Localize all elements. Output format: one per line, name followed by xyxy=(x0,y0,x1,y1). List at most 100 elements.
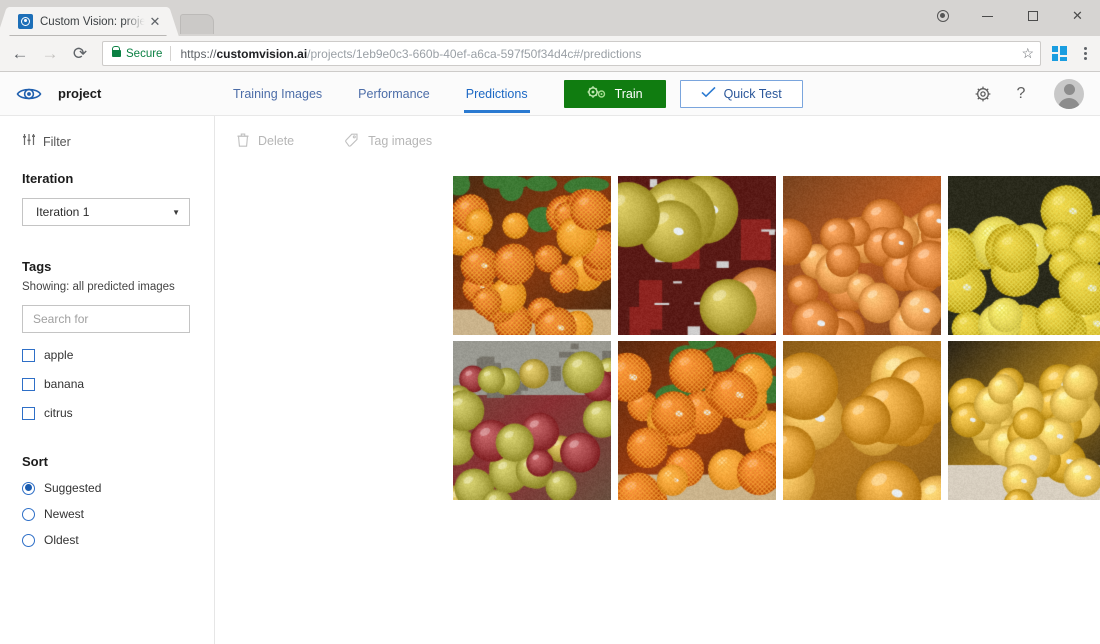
sort-option-newest[interactable]: Newest xyxy=(22,507,214,521)
filter-header: Filter xyxy=(22,133,214,151)
iteration-title: Iteration xyxy=(22,171,214,186)
delete-button: Delete xyxy=(237,133,294,150)
train-button[interactable]: Train xyxy=(564,80,666,108)
lock-icon xyxy=(112,50,121,57)
security-label: Secure xyxy=(126,48,162,60)
app-brand[interactable]: project xyxy=(0,86,215,102)
content-area: Delete Tag images ‹ › ? xyxy=(215,116,1100,644)
app-header-icons: ? xyxy=(966,77,1100,111)
sort-title: Sort xyxy=(22,454,214,469)
back-icon[interactable]: ← xyxy=(6,40,34,68)
browser-tabstrip: Custom Vision: project - ✕ xyxy=(0,0,214,36)
checkbox-icon[interactable] xyxy=(22,378,35,391)
url-text: https://customvision.ai/projects/1eb9e0c… xyxy=(180,47,641,61)
sort-label: Newest xyxy=(44,507,84,521)
gear-icon[interactable] xyxy=(966,77,1000,111)
browser-toolbar: ← → ⟳ Secure https://customvision.ai/pro… xyxy=(0,36,1100,72)
omnibox-divider xyxy=(170,46,171,61)
quick-test-button[interactable]: Quick Test xyxy=(680,80,803,108)
tag-label: apple xyxy=(44,348,73,362)
lemons-in-yellow-net xyxy=(948,176,1100,335)
iteration-select[interactable]: Iteration 1 ▼ xyxy=(22,198,190,226)
content-toolbar: Delete Tag images ‹ › xyxy=(215,123,1100,159)
lemons-stacked-on-crate xyxy=(948,341,1100,500)
minimize-button[interactable] xyxy=(965,0,1010,32)
prediction-image-tile[interactable] xyxy=(783,341,941,500)
tag-label: banana xyxy=(44,377,84,391)
iteration-selected-value: Iteration 1 xyxy=(36,205,89,219)
tab-predictions[interactable]: Predictions xyxy=(448,72,546,116)
browser-titlebar: Custom Vision: project - ✕ ✕ xyxy=(0,0,1100,36)
quick-test-label: Quick Test xyxy=(724,87,782,101)
close-icon[interactable]: ✕ xyxy=(148,14,162,30)
extension-icon[interactable] xyxy=(1052,46,1067,61)
sort-label: Oldest xyxy=(44,533,79,547)
apples-in-red-packaging xyxy=(618,176,776,335)
search-input[interactable] xyxy=(33,312,179,326)
tag-checkbox-citrus[interactable]: citrus xyxy=(22,406,214,420)
pile-of-oranges-citrus xyxy=(783,176,941,335)
radio-icon[interactable] xyxy=(22,508,35,521)
prediction-image-tile[interactable] xyxy=(618,176,776,335)
close-window-button[interactable]: ✕ xyxy=(1055,0,1100,32)
browser-tab-title: Custom Vision: project - xyxy=(40,16,148,28)
tags-showing-text: Showing: all predicted images xyxy=(22,281,214,293)
url-domain: customvision.ai xyxy=(216,47,307,61)
tag-label: citrus xyxy=(44,406,73,420)
window-controls: ✕ xyxy=(920,0,1100,32)
reload-icon[interactable]: ⟳ xyxy=(66,40,94,68)
train-button-label: Train xyxy=(615,87,643,101)
prediction-image-tile[interactable] xyxy=(948,341,1100,500)
sort-option-suggested[interactable]: Suggested xyxy=(22,481,214,495)
radio-icon[interactable] xyxy=(22,482,35,495)
tab-performance[interactable]: Performance xyxy=(340,72,448,116)
url-path: /projects/1eb9e0c3-660b-40ef-a6ca-597f50… xyxy=(307,47,641,61)
main-region: Filter Iteration Iteration 1 ▼ Tags Show… xyxy=(0,116,1100,644)
app-nav-tabs: Training Images Performance Predictions xyxy=(215,72,546,116)
prediction-image-grid xyxy=(215,159,1100,500)
checkbox-icon[interactable] xyxy=(22,349,35,362)
tag-checkbox-apple[interactable]: apple xyxy=(22,348,214,362)
prediction-image-tile[interactable] xyxy=(618,341,776,500)
tag-icon xyxy=(344,133,359,150)
prediction-image-tile[interactable] xyxy=(453,176,611,335)
browser-chrome: Custom Vision: project - ✕ ✕ ← → ⟳ Secur… xyxy=(0,0,1100,72)
custom-vision-favicon xyxy=(18,14,33,29)
tag-search-box[interactable] xyxy=(22,305,190,333)
avatar[interactable] xyxy=(1054,79,1084,109)
new-tab-button[interactable] xyxy=(180,14,214,34)
browser-tab[interactable]: Custom Vision: project - ✕ xyxy=(8,7,168,36)
gears-icon xyxy=(587,85,606,103)
filter-sliders-icon xyxy=(22,133,36,151)
tag-images-label: Tag images xyxy=(368,134,432,148)
delete-label: Delete xyxy=(258,134,294,148)
prediction-image-tile[interactable] xyxy=(948,176,1100,335)
forward-icon: → xyxy=(36,40,64,68)
help-icon[interactable]: ? xyxy=(1004,77,1038,111)
bookmark-star-icon[interactable]: ☆ xyxy=(1015,45,1034,62)
trash-icon xyxy=(237,133,249,150)
address-bar[interactable]: Secure https://customvision.ai/projects/… xyxy=(102,41,1041,66)
checkmark-icon xyxy=(701,86,716,101)
prediction-image-tile[interactable] xyxy=(453,341,611,500)
tab-training-images[interactable]: Training Images xyxy=(215,72,340,116)
sidebar: Filter Iteration Iteration 1 ▼ Tags Show… xyxy=(0,116,215,644)
tag-images-button: Tag images xyxy=(344,133,432,150)
app-header: project Training Images Performance Pred… xyxy=(0,72,1100,116)
profile-icon[interactable] xyxy=(920,0,965,32)
maximize-button[interactable] xyxy=(1010,0,1055,32)
large-oranges-closeup xyxy=(783,341,941,500)
radio-icon[interactable] xyxy=(22,534,35,547)
tags-title: Tags xyxy=(22,259,214,274)
sort-option-oldest[interactable]: Oldest xyxy=(22,533,214,547)
tag-checkbox-banana[interactable]: banana xyxy=(22,377,214,391)
oranges-in-orange-net-bag xyxy=(618,341,776,500)
url-scheme: https:// xyxy=(180,47,216,61)
chevron-down-icon: ▼ xyxy=(172,208,180,217)
sort-label: Suggested xyxy=(44,481,101,495)
prediction-image-tile[interactable] xyxy=(783,176,941,335)
checkbox-icon[interactable] xyxy=(22,407,35,420)
oranges-in-net-bags-crate xyxy=(453,176,611,335)
browser-menu-icon[interactable] xyxy=(1076,47,1094,60)
custom-vision-eye-logo xyxy=(16,86,42,102)
